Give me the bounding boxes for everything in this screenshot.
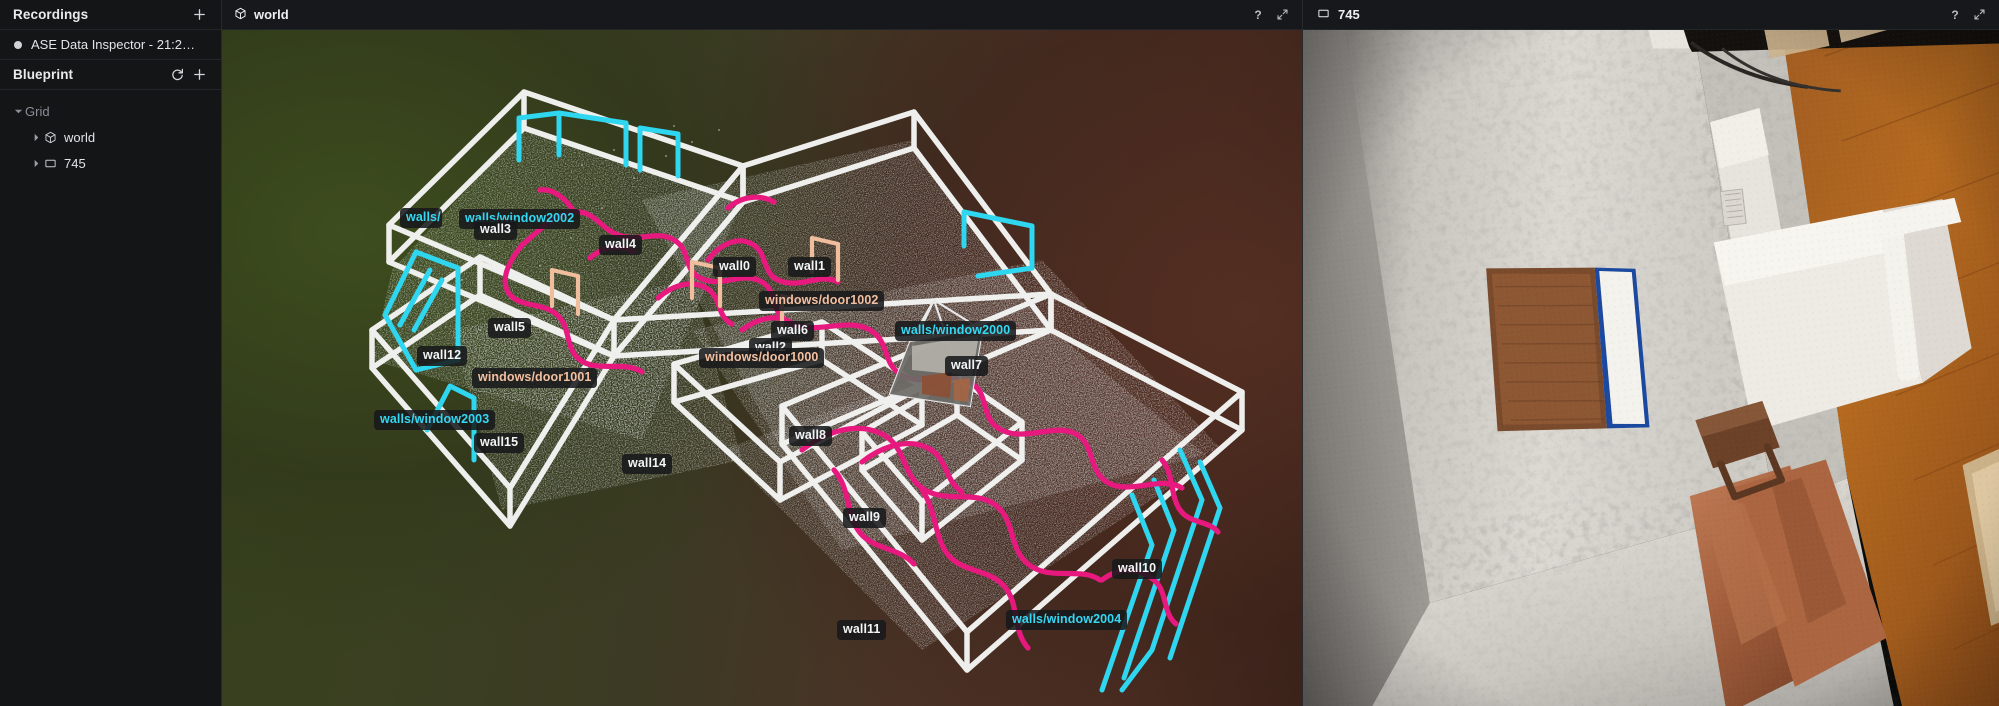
camera-image[interactable] [1303,30,1999,706]
help-button[interactable]: ? [1943,4,1967,26]
scene-label-wall1: wall1 [788,257,832,277]
box-3d-icon [234,7,247,23]
scene-label-wall4: wall4 [599,235,643,255]
scene-label-wall14: wall14 [622,454,673,474]
box-3d-icon [43,131,58,144]
center-view-title-group: world [234,7,289,23]
blueprint-title: Blueprint [13,67,74,82]
tree-item-label: 745 [64,155,86,171]
scene-label-wall15: wall15 [474,433,525,453]
scene-label-wall11: wall11 [837,620,887,640]
tree-item-label: Grid [25,103,50,119]
point-cloud-layer [369,89,1245,693]
recordings-header: Recordings [0,0,221,30]
reset-blueprint-button[interactable] [166,64,188,86]
plus-icon [193,9,205,20]
scene-label-walls-window2000: walls/window2000 [895,321,1017,341]
scene-label-wall7: wall7 [945,356,989,376]
scene-label-wall8: wall8 [789,426,833,446]
rectangle-icon [43,157,58,170]
add-blueprint-button[interactable] [188,64,210,86]
image-panel-header: 745 ? [1303,0,1999,30]
plus-icon [193,69,205,80]
chevron-right-icon[interactable] [29,159,43,168]
center-view-title: world [254,7,289,22]
scene-label-windows-door1001: windows/door1001 [472,368,598,388]
center-3d-panel: world ? walls/ walls/window2002 wall3 wa… [222,0,1303,706]
blueprint-header: Blueprint [0,60,221,90]
tree-item-label: world [64,129,96,145]
scene-label-windows-door1002: windows/door1002 [759,291,885,311]
tree-item-745[interactable]: 745 [0,150,221,176]
scene-label-wall12: wall12 [417,346,468,366]
question-mark-icon: ? [1254,7,1262,22]
app-root: Recordings ASE Data Inspector - 21:2… Bl… [0,0,1999,706]
center-view-header: world ? [222,0,1302,30]
recording-item[interactable]: ASE Data Inspector - 21:2… [0,30,221,60]
tree-item-grid[interactable]: Grid [0,98,221,124]
chevron-down-icon[interactable] [11,107,25,116]
scene-label-wall5: wall5 [488,318,532,338]
tree-item-world[interactable]: world [0,124,221,150]
rectangle-icon [1317,7,1330,23]
help-button[interactable]: ? [1246,4,1270,26]
question-mark-icon: ? [1951,7,1959,22]
camera-image-content [1303,30,1999,706]
expand-button[interactable] [1270,4,1294,26]
scene-label-wall10: wall10 [1112,559,1163,579]
sidebar: Recordings ASE Data Inspector - 21:2… Bl… [0,0,222,706]
chevron-right-icon[interactable] [29,133,43,142]
expand-icon [1276,9,1288,20]
scene-label-walls-window2003: walls/window2003 [374,410,496,430]
reset-icon [171,68,183,81]
scene-label-walls-window2004: walls/window2004 [1006,610,1128,630]
image-panel: 745 ? [1303,0,1999,706]
recording-item-label: ASE Data Inspector - 21:2… [31,37,196,52]
add-recording-button[interactable] [188,4,210,26]
room-photo [1303,30,1999,706]
3d-viewport[interactable]: walls/walls/window2002 wall3 wall4 wall0 wal… [222,30,1302,706]
scene-label-windows-door1000: windows/door1000 [699,348,825,368]
expand-button[interactable] [1967,4,1991,26]
scene-label-wall3: wall3 [474,220,518,240]
image-view-title-group: 745 [1317,7,1360,23]
blueprint-tree: Grid world 745 [0,90,221,176]
scene-label-walls-: walls/ [400,208,442,228]
scene-label-wall9: wall9 [843,508,887,528]
recording-status-dot [14,40,22,49]
recordings-title: Recordings [13,7,89,22]
expand-icon [1973,9,1985,20]
scene-label-wall0: wall0 [713,257,757,277]
3d-scene [222,30,1302,706]
image-view-title: 745 [1338,7,1360,22]
